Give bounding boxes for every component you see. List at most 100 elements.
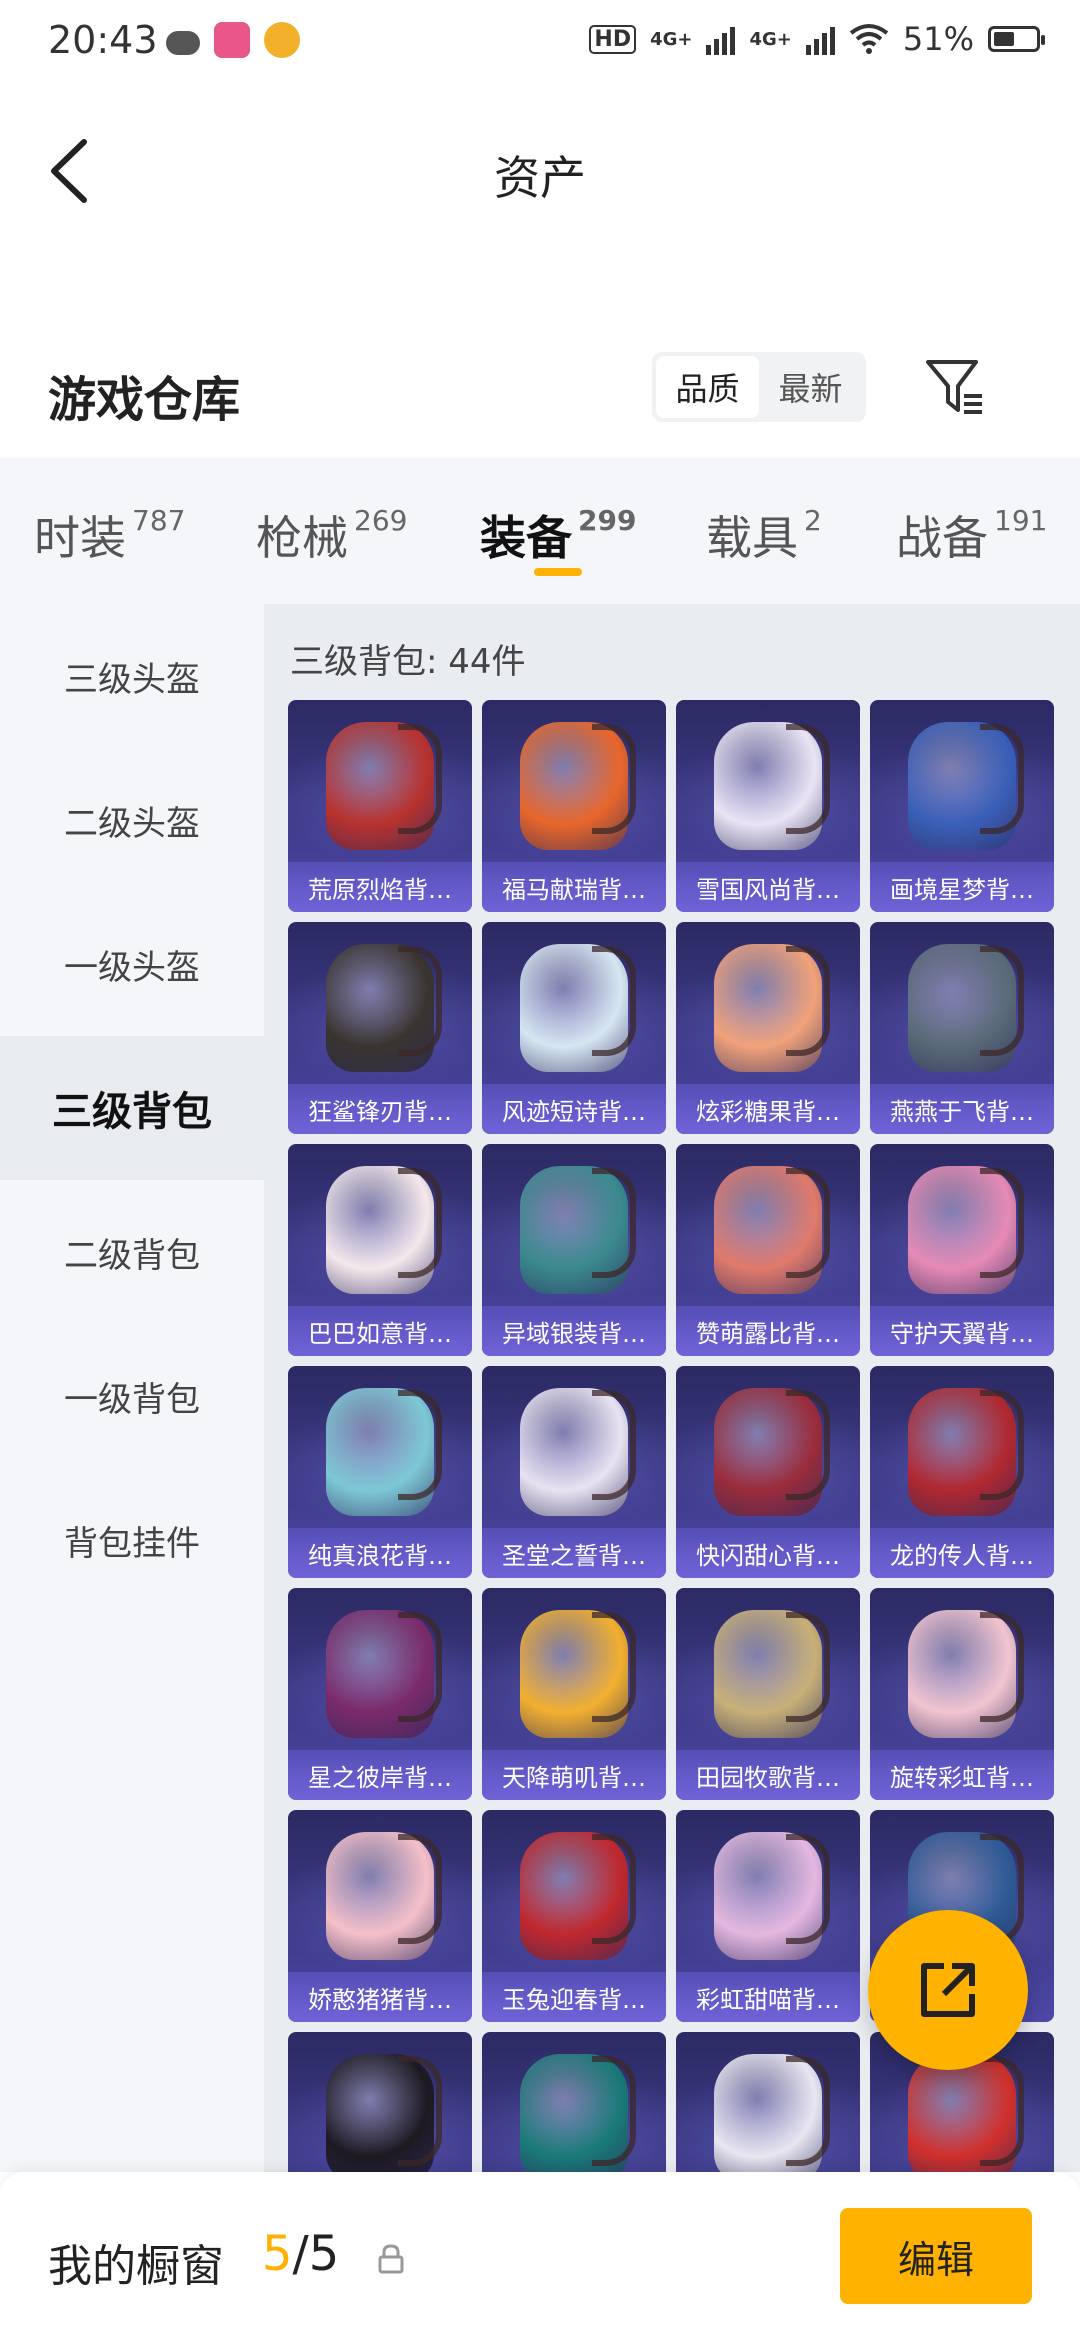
backpack-strap [786,2056,830,2166]
backpack-card[interactable]: 纯真浪花背… [288,1366,472,1578]
tab-equipment[interactable]: 装备 299 [480,502,636,568]
backpack-card[interactable]: 圣堂之誓背… [482,1366,666,1578]
sidebar-item-backpack-charms[interactable]: 背包挂件 [0,1468,264,1612]
backpack-name: 娇憨猪猪背… [288,1972,472,2022]
backpack-strap [398,1390,442,1500]
backpack-card[interactable]: 赞萌露比背… [676,1144,860,1356]
lock-icon [378,2244,404,2274]
sidebar-item-level3-helmet[interactable]: 三级头盔 [0,604,264,748]
backpack-strap [592,946,636,1056]
backpack-card[interactable]: 娇憨猪猪背… [288,1810,472,2022]
backpack-card[interactable]: 燕燕于飞背… [870,922,1054,1134]
share-button[interactable] [868,1910,1028,2070]
category-tabs: 时装 787 枪械 269 装备 299 载具 2 战备 191 [0,458,1080,604]
sidebar-item-level2-backpack[interactable]: 二级背包 [0,1180,264,1324]
backpack-card[interactable]: 旋转彩虹背… [870,1588,1054,1800]
backpack-name: 星之彼岸背… [288,1750,472,1800]
backpack-card[interactable]: 雪国风尚背… [676,700,860,912]
backpack-name: 赞萌露比背… [676,1306,860,1356]
backpack-name: 炫彩糖果背… [676,1084,860,1134]
backpack-card[interactable] [288,2032,472,2172]
backpack-card[interactable]: 异域银装背… [482,1144,666,1356]
backpack-name: 狂鲨锋刃背… [288,1084,472,1134]
backpack-strap [786,946,830,1056]
section-header: 游戏仓库 品质 最新 [0,300,1080,460]
backpack-card[interactable]: 风迹短诗背… [482,922,666,1134]
cloud-icon [166,31,200,55]
status-bar: 20:43 HD 4G+ 4G+ 51% [0,0,1080,86]
backpack-name: 快闪甜心背… [676,1528,860,1578]
share-external-icon [921,1963,975,2017]
backpack-card[interactable]: 画境星梦背… [870,700,1054,912]
backpack-card[interactable]: 龙的传人背… [870,1366,1054,1578]
sidebar-item-level3-backpack[interactable]: 三级背包 [0,1036,264,1180]
wifi-icon [849,24,889,54]
backpack-card[interactable]: 快闪甜心背… [676,1366,860,1578]
backpack-card[interactable] [676,2032,860,2172]
backpack-name: 玉兔迎春背… [482,1972,666,2022]
filter-icon[interactable] [924,356,986,418]
backpack-strap [786,1834,830,1944]
backpack-strap [592,1168,636,1278]
backpack-card[interactable]: 炫彩糖果背… [676,922,860,1134]
tab-vehicles[interactable]: 载具 2 [706,502,822,568]
status-notification-icons [166,22,300,58]
sidebar: 三级头盔 二级头盔 一级头盔 三级背包 二级背包 一级背包 背包挂件 [0,604,264,2172]
backpack-name: 异域银装背… [482,1306,666,1356]
backpack-strap [398,1168,442,1278]
backpack-name: 天降萌叽背… [482,1750,666,1800]
backpack-card[interactable]: 天降萌叽背… [482,1588,666,1800]
backpack-card[interactable]: 荒原烈焰背… [288,700,472,912]
backpack-strap [592,2056,636,2166]
backpack-strap [980,1612,1024,1722]
tab-guns[interactable]: 枪械 269 [256,502,407,568]
bottom-bar: 我的橱窗 5/5 编辑 [0,2172,1080,2340]
backpack-strap [786,1390,830,1500]
backpack-strap [786,724,830,834]
showcase-count: 5/5 [262,2226,340,2282]
backpack-strap [980,946,1024,1056]
backpack-card[interactable]: 福马献瑞背… [482,700,666,912]
app-notification-icon [214,22,250,58]
backpack-strap [786,1612,830,1722]
backpack-strap [980,724,1024,834]
backpack-card[interactable]: 玉兔迎春背… [482,1810,666,2022]
backpack-card[interactable]: 狂鲨锋刃背… [288,922,472,1134]
tab-gear[interactable]: 战备 191 [896,502,1047,568]
backpack-name: 燕燕于飞背… [870,1084,1054,1134]
backpack-card[interactable]: 星之彼岸背… [288,1588,472,1800]
backpack-strap [398,724,442,834]
backpack-name: 纯真浪花背… [288,1528,472,1578]
sidebar-item-level1-helmet[interactable]: 一级头盔 [0,892,264,1036]
sort-option-quality[interactable]: 品质 [656,356,759,418]
sort-option-newest[interactable]: 最新 [759,356,862,418]
backpack-card[interactable]: 巴巴如意背… [288,1144,472,1356]
backpack-name: 守护天翼背… [870,1306,1054,1356]
backpack-strap [786,1168,830,1278]
backpack-strap [980,1390,1024,1500]
backpack-name: 风迹短诗背… [482,1084,666,1134]
backpack-strap [592,1834,636,1944]
battery-icon [988,26,1045,52]
backpack-strap [592,724,636,834]
backpack-card[interactable]: 田园牧歌背… [676,1588,860,1800]
section-title: 游戏仓库 [48,372,241,428]
tab-fashion[interactable]: 时装 787 [34,502,185,568]
backpack-name: 龙的传人背… [870,1528,1054,1578]
network-label: 4G+ [749,28,792,50]
tab-active-indicator [534,568,582,576]
backpack-card[interactable] [482,2032,666,2172]
backpack-card[interactable]: 守护天翼背… [870,1144,1054,1356]
backpack-strap [980,2056,1024,2166]
backpack-card[interactable]: 彩虹甜喵背… [676,1810,860,2022]
sidebar-item-level2-helmet[interactable]: 二级头盔 [0,748,264,892]
status-time: 20:43 [48,18,158,62]
backpack-name: 福马献瑞背… [482,862,666,912]
sidebar-item-level1-backpack[interactable]: 一级背包 [0,1324,264,1468]
backpack-name: 荒原烈焰背… [288,862,472,912]
backpack-name: 圣堂之誓背… [482,1528,666,1578]
backpack-strap [592,1390,636,1500]
app-notification-icon [264,22,300,58]
hd-icon: HD [589,24,637,54]
edit-button[interactable]: 编辑 [840,2208,1032,2304]
